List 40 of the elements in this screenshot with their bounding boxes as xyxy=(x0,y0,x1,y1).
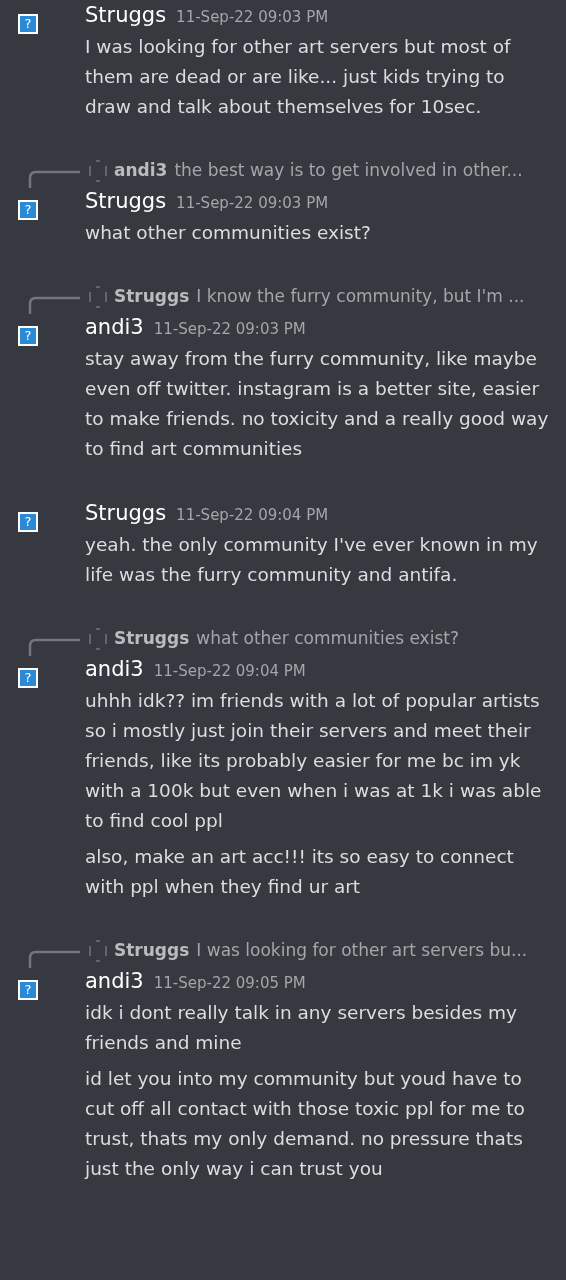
message-text: I was looking for other art servers but most of them are dead or are like... just kids trying to draw and talk about themselves for 10sec. xyxy=(85,35,512,119)
author-name[interactable]: andi3 xyxy=(85,312,144,344)
avatar[interactable]: ? xyxy=(18,668,38,688)
timestamp: 11-Sep-22 09:05 PM xyxy=(153,973,306,994)
reply-author[interactable]: andi3 xyxy=(114,158,168,184)
reply-author[interactable]: Struggs xyxy=(114,626,190,652)
timestamp: 11-Sep-22 09:04 PM xyxy=(153,661,306,682)
timestamp: 11-Sep-22 09:04 PM xyxy=(176,505,329,526)
reply-connector-icon xyxy=(28,948,80,968)
timestamp: 11-Sep-22 09:03 PM xyxy=(153,319,306,340)
reply-preview[interactable]: I know the furry community, but I'm ... xyxy=(196,284,525,310)
reply-preview[interactable]: what other communities exist? xyxy=(196,626,459,652)
reply-preview[interactable]: the best way is to get involved in other... xyxy=(174,158,523,184)
timestamp: 11-Sep-22 09:03 PM xyxy=(176,193,329,214)
avatar[interactable]: ? xyxy=(18,200,38,220)
author-name[interactable]: andi3 xyxy=(85,654,144,686)
reply-author[interactable]: Struggs xyxy=(114,284,190,310)
avatar[interactable]: ? xyxy=(18,512,38,532)
avatar[interactable]: ? xyxy=(18,14,38,34)
timestamp: 11-Sep-22 09:03 PM xyxy=(176,7,329,28)
reply-preview[interactable]: I was looking for other art servers bu... xyxy=(196,938,528,964)
reply-author[interactable]: Struggs xyxy=(114,938,190,964)
message-text: id let you into my community but youd have to cut off all contact with those toxic ppl for me to trust, thats my only demand. no pressure thats just the only way i can trust you xyxy=(85,1067,526,1181)
reply-connector-icon xyxy=(28,294,80,314)
author-name[interactable]: Struggs xyxy=(85,186,167,218)
avatar-placeholder-icon xyxy=(88,940,108,962)
reply-connector-icon xyxy=(28,636,80,656)
avatar[interactable]: ? xyxy=(18,980,38,1000)
message-text: yeah. the only community I've ever known in my life was the furry community and antifa. xyxy=(85,533,539,587)
author-name[interactable]: Struggs xyxy=(85,0,167,32)
avatar-placeholder-icon xyxy=(88,628,108,650)
message-text: also, make an art acc!!! its so easy to connect with ppl when they find ur art xyxy=(85,845,515,899)
avatar-placeholder-icon xyxy=(88,160,108,182)
avatar[interactable]: ? xyxy=(18,326,38,346)
author-name[interactable]: andi3 xyxy=(85,966,144,998)
reply-connector-icon xyxy=(28,168,80,188)
message-text: stay away from the furry community, like maybe even off twitter. instagram is a better site, easier to make friends. no toxicity and a really good way to find art communities xyxy=(85,347,550,461)
message-text: what other communities exist? xyxy=(85,221,372,245)
author-name[interactable]: Struggs xyxy=(85,498,167,530)
avatar-placeholder-icon xyxy=(88,286,108,308)
